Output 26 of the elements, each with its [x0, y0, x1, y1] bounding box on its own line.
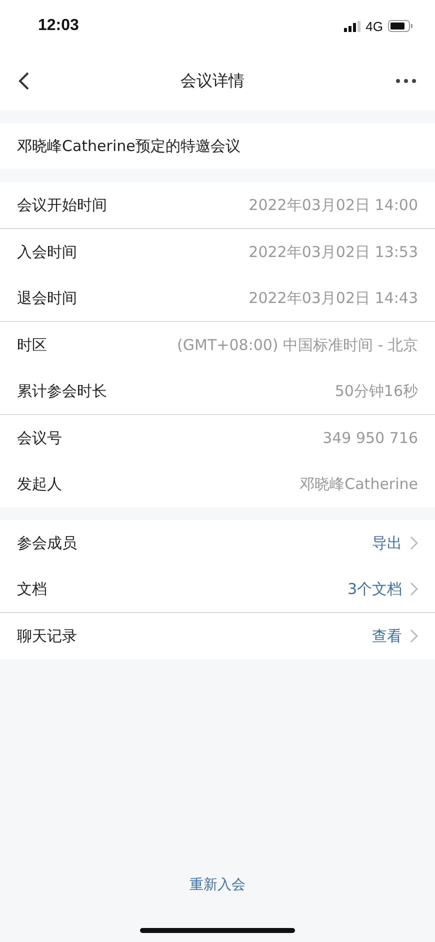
- meeting-title: 邓晓峰Catherine预定的特邀会议: [16, 136, 242, 156]
- detail-label: 累计参会时长: [17, 382, 107, 400]
- rejoin-button[interactable]: 重新入会: [186, 872, 250, 898]
- detail-value: 50分钟16秒: [334, 382, 418, 400]
- detail-label: 发起人: [17, 474, 62, 494]
- status-time: 12:03: [38, 17, 79, 35]
- detail-label: 时区: [17, 336, 47, 354]
- back-button[interactable]: [18, 71, 30, 91]
- chevron-icon: [410, 582, 418, 596]
- detail-value: (GMT+08:00) 中国标准时间 - 北京: [177, 336, 418, 354]
- more-button[interactable]: [395, 78, 417, 84]
- signal-icon: [344, 20, 361, 32]
- detail-value: 2022年03月02日 14:43: [248, 288, 418, 308]
- detail-value: 邓晓峰Catherine: [300, 474, 418, 494]
- page-title: 会议详情: [180, 70, 244, 92]
- detail-label: 会议号: [17, 428, 62, 448]
- detail-value: 2022年03月02日 14:00: [248, 196, 418, 214]
- detail-label: 入会时间: [17, 242, 77, 262]
- detail-label: 退会时间: [17, 288, 77, 308]
- detail-value: 2022年03月02日 13:53: [248, 242, 418, 262]
- chevron-icon: [410, 629, 418, 643]
- network-label: 4G: [366, 18, 383, 34]
- detail-label: 会议开始时间: [17, 196, 107, 214]
- detail-value: 349 950 716: [322, 429, 418, 447]
- chevron-icon: [410, 536, 418, 550]
- battery-icon: [388, 20, 413, 32]
